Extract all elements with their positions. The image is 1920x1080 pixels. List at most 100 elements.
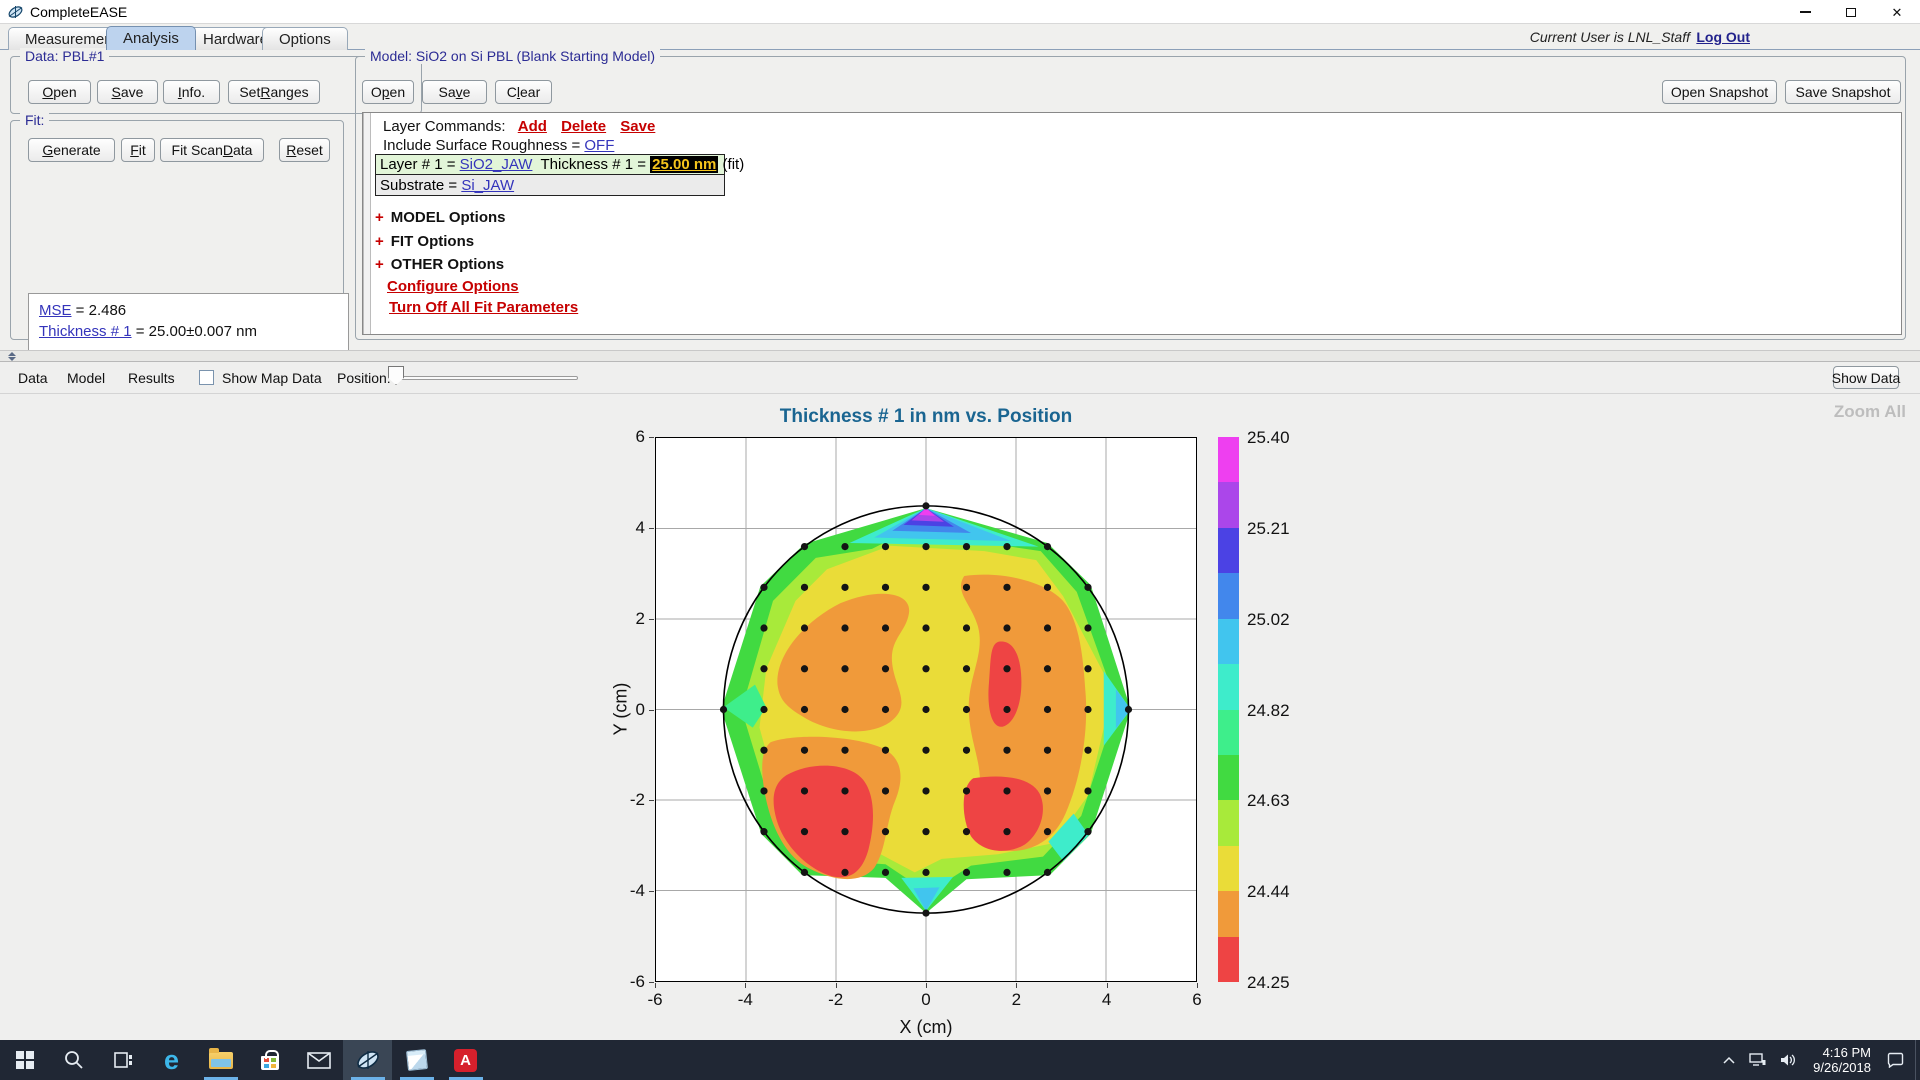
data-info-button[interactable]: Info. bbox=[163, 80, 220, 104]
model-open-button[interactable]: Open bbox=[362, 80, 414, 104]
tab-analysis[interactable]: Analysis bbox=[106, 26, 196, 50]
save-snapshot-button[interactable]: Save Snapshot bbox=[1785, 80, 1901, 104]
y-tick-mark bbox=[649, 710, 654, 711]
colorbar-segment bbox=[1218, 710, 1239, 755]
taskbar-search-button[interactable] bbox=[49, 1040, 98, 1080]
show-map-data-label: Show Map Data bbox=[222, 370, 322, 386]
colorbar-tick-label: 24.44 bbox=[1247, 882, 1317, 902]
notepad-icon bbox=[406, 1049, 428, 1071]
x-tick-label: -6 bbox=[647, 990, 662, 1010]
speaker-icon bbox=[1780, 1053, 1797, 1067]
taskbar-store-button[interactable] bbox=[245, 1040, 294, 1080]
fit-reset-button[interactable]: Reset bbox=[279, 138, 330, 162]
wafer-map-plot[interactable] bbox=[655, 437, 1197, 982]
model-panel-title: Model: SiO2 on Si PBL (Blank Starting Mo… bbox=[365, 48, 660, 64]
zoom-all-button[interactable]: Zoom All bbox=[1834, 402, 1906, 422]
taskbar-completeease-button[interactable] bbox=[343, 1040, 392, 1080]
thickness-result-line: Thickness # 1 = 25.00±0.007 nm bbox=[39, 321, 338, 342]
model-options-expander[interactable]: +MODEL Options bbox=[375, 209, 506, 226]
task-view-button[interactable] bbox=[98, 1040, 147, 1080]
layer-delete-command[interactable]: Delete bbox=[561, 118, 606, 135]
taskbar-edge-button[interactable]: e bbox=[147, 1040, 196, 1080]
system-tray: 4:16 PM 9/26/2018 bbox=[1716, 1040, 1920, 1080]
notification-icon bbox=[1887, 1052, 1904, 1068]
show-data-button[interactable]: Show Data bbox=[1833, 366, 1899, 389]
fit-generate-button[interactable]: Generate bbox=[28, 138, 115, 162]
data-open-button[interactable]: Open bbox=[28, 80, 91, 104]
maximize-button[interactable] bbox=[1828, 0, 1874, 24]
taskbar-file-explorer-button[interactable] bbox=[196, 1040, 245, 1080]
colorbar bbox=[1218, 437, 1239, 982]
open-snapshot-button[interactable]: Open Snapshot bbox=[1662, 80, 1777, 104]
layer-save-command[interactable]: Save bbox=[620, 118, 655, 135]
tray-volume-button[interactable] bbox=[1773, 1040, 1804, 1080]
layer-1-thickness-value[interactable]: 25.00 nm bbox=[650, 156, 718, 173]
tray-show-hidden-icons-button[interactable] bbox=[1716, 1040, 1742, 1080]
layer-table: Layer # 1 = SiO2_JAW Thickness # 1 = 25.… bbox=[375, 154, 725, 196]
close-button[interactable]: ✕ bbox=[1874, 0, 1920, 24]
completeease-taskbar-icon bbox=[354, 1048, 382, 1072]
search-icon bbox=[63, 1049, 85, 1071]
menu-data[interactable]: Data bbox=[18, 370, 48, 386]
completeease-app-icon bbox=[7, 4, 24, 20]
colorbar-segment bbox=[1218, 528, 1239, 573]
panel-splitter[interactable] bbox=[0, 350, 1920, 362]
other-options-expander[interactable]: +OTHER Options bbox=[375, 256, 504, 273]
fit-options-expander[interactable]: +FIT Options bbox=[375, 233, 474, 250]
show-map-data-checkbox[interactable] bbox=[199, 370, 214, 385]
substrate-material-link[interactable]: Si_JAW bbox=[461, 177, 514, 194]
mse-link[interactable]: MSE bbox=[39, 302, 72, 319]
layer-1-row: Layer # 1 = SiO2_JAW Thickness # 1 = 25.… bbox=[376, 155, 724, 175]
colorbar-tick-label: 25.21 bbox=[1247, 519, 1317, 539]
data-set-ranges-button[interactable]: Set Ranges bbox=[228, 80, 320, 104]
substrate-row: Substrate = Si_JAW bbox=[376, 175, 724, 195]
model-save-button[interactable]: Save bbox=[422, 80, 487, 104]
graph-toolbar: Data Model Results Show Map Data Positio… bbox=[0, 362, 1920, 394]
logout-link[interactable]: Log Out bbox=[1696, 29, 1750, 45]
data-save-button[interactable]: Save bbox=[97, 80, 158, 104]
x-tick-mark bbox=[1107, 983, 1108, 988]
roughness-value-link[interactable]: OFF bbox=[584, 137, 614, 154]
tab-options[interactable]: Options bbox=[262, 27, 348, 50]
model-scrollbar[interactable] bbox=[363, 113, 371, 334]
position-slider-track[interactable] bbox=[395, 376, 578, 380]
colorbar-segment bbox=[1218, 891, 1239, 936]
y-axis-label: Y (cm) bbox=[611, 683, 632, 736]
tray-network-button[interactable] bbox=[1742, 1040, 1773, 1080]
file-explorer-icon bbox=[209, 1052, 233, 1069]
taskbar-mail-button[interactable] bbox=[294, 1040, 343, 1080]
data-panel-title: Data: PBL#1 bbox=[20, 48, 109, 64]
plus-icon: + bbox=[375, 256, 384, 273]
thickness-link[interactable]: Thickness # 1 bbox=[39, 323, 132, 340]
tray-clock[interactable]: 4:16 PM 9/26/2018 bbox=[1804, 1045, 1880, 1075]
x-tick-label: 6 bbox=[1192, 990, 1201, 1010]
y-tick-mark bbox=[649, 891, 654, 892]
action-center-button[interactable] bbox=[1880, 1040, 1911, 1080]
fit-scan-data-button[interactable]: Fit Scan Data bbox=[160, 138, 264, 162]
y-tick-label: 4 bbox=[601, 518, 645, 538]
turn-off-fit-parameters-link[interactable]: Turn Off All Fit Parameters bbox=[389, 299, 578, 316]
configure-options-link[interactable]: Configure Options bbox=[387, 278, 519, 295]
layer-1-material-link[interactable]: SiO2_JAW bbox=[460, 156, 533, 173]
position-label: Position: bbox=[337, 370, 391, 386]
y-tick-label: 2 bbox=[601, 609, 645, 629]
fit-fit-button[interactable]: Fit bbox=[121, 138, 155, 162]
show-desktop-button[interactable] bbox=[1915, 1040, 1920, 1080]
taskbar-acrobat-button[interactable]: A bbox=[441, 1040, 490, 1080]
y-tick-label: -4 bbox=[601, 881, 645, 901]
model-clear-button[interactable]: Clear bbox=[495, 80, 552, 104]
colorbar-segment bbox=[1218, 437, 1239, 482]
minimize-button[interactable] bbox=[1782, 0, 1828, 24]
start-button[interactable] bbox=[0, 1040, 49, 1080]
tray-date: 9/26/2018 bbox=[1813, 1060, 1871, 1075]
acrobat-icon: A bbox=[454, 1049, 477, 1072]
layer-add-command[interactable]: Add bbox=[518, 118, 547, 135]
y-tick-mark bbox=[649, 528, 654, 529]
plus-icon: + bbox=[375, 233, 384, 250]
colorbar-segment bbox=[1218, 664, 1239, 709]
menu-results[interactable]: Results bbox=[128, 370, 175, 386]
taskbar-notepad-button[interactable] bbox=[392, 1040, 441, 1080]
menu-model[interactable]: Model bbox=[67, 370, 105, 386]
x-tick-label: 0 bbox=[921, 990, 930, 1010]
x-tick-mark bbox=[655, 983, 656, 988]
